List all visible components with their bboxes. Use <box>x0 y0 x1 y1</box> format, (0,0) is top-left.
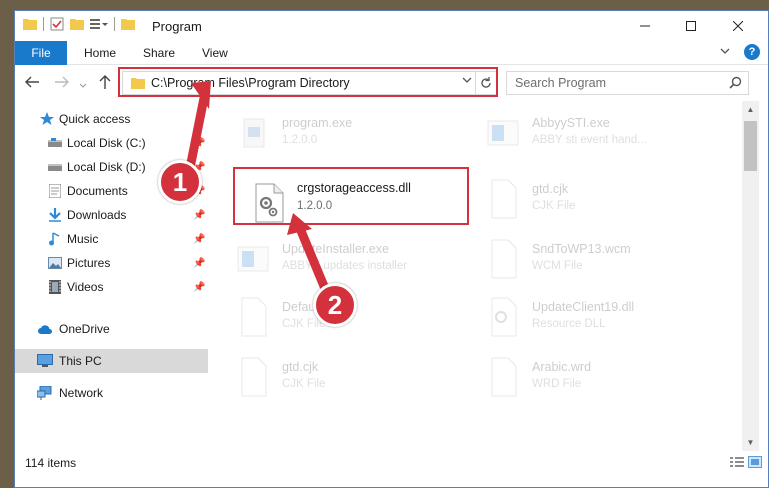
explorer-window: Program File Home Share View ? C:\Progra… <box>14 10 769 488</box>
arrow-2 <box>294 221 331 296</box>
callout-badge-1: 1 <box>158 160 202 204</box>
arrow-2-head <box>287 213 312 235</box>
callout-badge-2: 2 <box>313 283 357 327</box>
annotation-arrows <box>181 81 331 296</box>
